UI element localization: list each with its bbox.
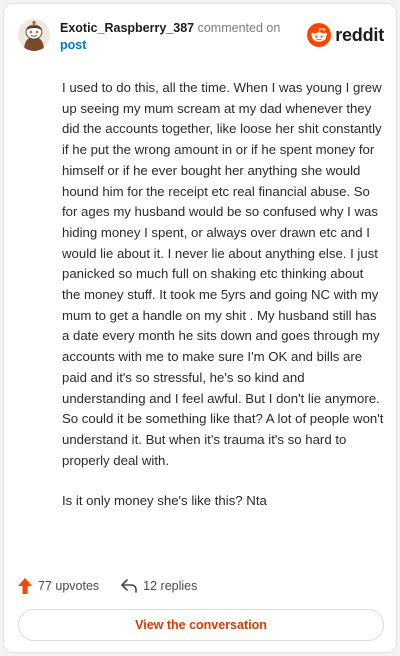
comment-paragraph: Is it only money she's like this? Nta	[62, 493, 267, 509]
comment-meta: Exotic_Raspberry_387 commented on post	[60, 20, 280, 54]
replies-count: 12 replies	[143, 579, 198, 593]
reply-arrow-icon	[121, 579, 137, 593]
reddit-snoo-icon	[307, 23, 332, 47]
avatar[interactable]	[18, 19, 50, 51]
comment-paragraph: I used to do this, all the time. When I …	[62, 80, 384, 468]
replies-button[interactable]: 12 replies	[121, 579, 197, 593]
comment-header: Exotic_Raspberry_387 commented on post r…	[18, 17, 384, 57]
reddit-logo[interactable]: reddit	[307, 23, 384, 47]
reddit-wordmark: reddit	[335, 24, 384, 45]
comment-body: I used to do this, all the time. When I …	[62, 78, 384, 512]
commented-on-label: commented on	[197, 21, 281, 35]
upvote-count: 77 upvotes	[38, 579, 100, 593]
comment-card: Exotic_Raspberry_387 commented on post r…	[3, 3, 397, 653]
upvote-arrow-icon	[18, 578, 32, 594]
snoo-avatar-icon	[18, 19, 50, 51]
view-conversation-button[interactable]: View the conversation	[18, 609, 384, 641]
comment-actions: 77 upvotes 12 replies	[18, 574, 197, 598]
post-link[interactable]: post	[60, 37, 280, 54]
username[interactable]: Exotic_Raspberry_387	[60, 21, 194, 35]
upvote-button[interactable]: 77 upvotes	[18, 578, 99, 594]
